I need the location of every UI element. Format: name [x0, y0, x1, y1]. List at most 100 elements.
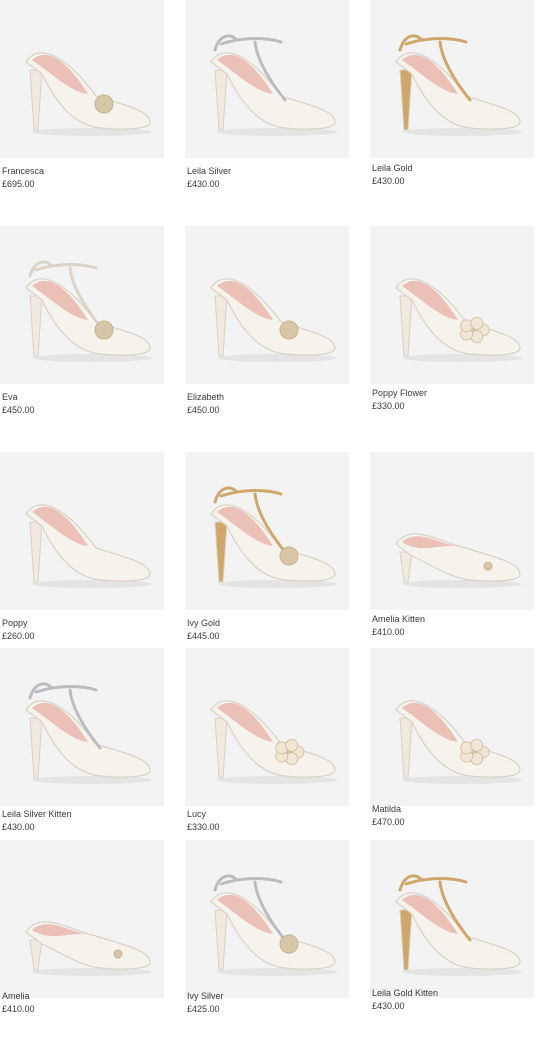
shoe-illustration [395, 278, 522, 362]
shoe-embellishment [279, 934, 299, 954]
shoe-illustration [395, 533, 522, 588]
product-name[interactable]: Poppy [2, 618, 28, 629]
shoe-heel [399, 295, 413, 357]
shoe-illustration [210, 874, 337, 976]
product-image[interactable] [0, 0, 164, 158]
product-card[interactable]: Amelia Kitten £410.00 [370, 452, 534, 652]
product-card[interactable]: Leila Gold Kitten £430.00 [370, 840, 534, 1040]
product-image[interactable] [185, 648, 349, 806]
product-card[interactable]: Leila Silver £430.00 [185, 0, 349, 200]
shoe-illustration [210, 34, 337, 136]
product-name[interactable]: Amelia Kitten [372, 614, 425, 625]
product-price: £430.00 [187, 179, 220, 189]
product-image[interactable] [0, 226, 164, 384]
product-name[interactable]: Ivy Gold [187, 618, 220, 629]
flower-petal [470, 738, 484, 752]
product-price: £470.00 [372, 817, 405, 827]
shoe-heel [29, 939, 43, 971]
product-image[interactable] [185, 0, 349, 158]
product-name[interactable]: Leila Gold [372, 163, 413, 174]
shoe-heel [29, 717, 43, 779]
shoe-illustration [25, 504, 152, 588]
shoe-illustration [395, 34, 522, 136]
product-price: £695.00 [2, 179, 35, 189]
product-card[interactable]: Francesca £695.00 [0, 0, 164, 200]
product-image[interactable] [370, 226, 534, 384]
shoe-heel [214, 69, 228, 131]
shoe-illustration [395, 700, 522, 784]
shoe-heel [399, 69, 413, 131]
shoe-illustration [25, 921, 152, 976]
product-card[interactable]: Leila Gold £430.00 [370, 0, 534, 200]
shoe-illustration [25, 682, 152, 784]
product-price: £450.00 [187, 405, 220, 415]
product-price: £430.00 [2, 822, 35, 832]
product-grid: Francesca £695.00 Leila Silver £430.00 L… [0, 0, 535, 1024]
product-image[interactable] [0, 840, 164, 998]
product-image[interactable] [185, 840, 349, 998]
product-card[interactable]: Leila Silver Kitten £430.00 [0, 648, 164, 848]
shoe-embellishment [94, 320, 114, 340]
product-image[interactable] [370, 0, 534, 158]
product-card[interactable]: Elizabeth £450.00 [185, 226, 349, 426]
product-price: £410.00 [372, 627, 405, 637]
product-card[interactable]: Eva £450.00 [0, 226, 164, 426]
shoe-heel [214, 909, 228, 971]
product-name[interactable]: Lucy [187, 809, 206, 820]
flower-petal [470, 316, 484, 330]
product-name[interactable]: Amelia [2, 991, 30, 1002]
shoe-heel [399, 551, 413, 583]
shoe-heel [214, 521, 228, 583]
shoe-heel [29, 521, 43, 583]
product-price: £425.00 [187, 1004, 220, 1014]
shoe-embellishment [279, 320, 299, 340]
product-price: £450.00 [2, 405, 35, 415]
product-name[interactable]: Leila Silver [187, 166, 231, 177]
product-name[interactable]: Poppy Flower [372, 388, 427, 399]
product-price: £330.00 [187, 822, 220, 832]
shoe-illustration [210, 486, 337, 588]
shoe-embellishment [483, 561, 493, 571]
product-image[interactable] [185, 452, 349, 610]
product-price: £410.00 [2, 1004, 35, 1014]
shoe-heel [29, 295, 43, 357]
product-image[interactable] [0, 648, 164, 806]
product-card[interactable]: Lucy £330.00 [185, 648, 349, 848]
product-card[interactable]: Poppy £260.00 [0, 452, 164, 652]
product-card[interactable]: Ivy Gold £445.00 [185, 452, 349, 652]
product-name[interactable]: Leila Gold Kitten [372, 988, 438, 999]
product-image[interactable] [370, 840, 534, 998]
product-card[interactable]: Amelia £410.00 [0, 840, 164, 1040]
product-card[interactable]: Matilda £470.00 [370, 648, 534, 848]
shoe-illustration [210, 700, 337, 784]
product-image[interactable] [370, 452, 534, 610]
product-name[interactable]: Francesca [2, 166, 44, 177]
product-name[interactable]: Leila Silver Kitten [2, 809, 72, 820]
product-price: £430.00 [372, 176, 405, 186]
product-price: £330.00 [372, 401, 405, 411]
shoe-heel [29, 69, 43, 131]
product-price: £445.00 [187, 631, 220, 641]
shoe-embellishment [113, 949, 123, 959]
shoe-heel [399, 909, 413, 971]
shoe-embellishment [94, 94, 114, 114]
shoe-heel [214, 717, 228, 779]
product-card[interactable]: Ivy Silver £425.00 [185, 840, 349, 1040]
product-card[interactable]: Poppy Flower £330.00 [370, 226, 534, 426]
product-image[interactable] [370, 648, 534, 806]
flower-petal [285, 738, 299, 752]
product-name[interactable]: Eva [2, 392, 18, 403]
shoe-embellishment [279, 546, 299, 566]
shoe-illustration [25, 52, 152, 136]
product-price: £430.00 [372, 1001, 405, 1011]
shoe-illustration [395, 874, 522, 976]
product-image[interactable] [0, 452, 164, 610]
shoe-heel [214, 295, 228, 357]
product-price: £260.00 [2, 631, 35, 641]
shoe-heel [399, 717, 413, 779]
product-image[interactable] [185, 226, 349, 384]
product-name[interactable]: Elizabeth [187, 392, 224, 403]
product-name[interactable]: Ivy Silver [187, 991, 224, 1002]
product-name[interactable]: Matilda [372, 804, 401, 815]
shoe-illustration [25, 260, 152, 362]
